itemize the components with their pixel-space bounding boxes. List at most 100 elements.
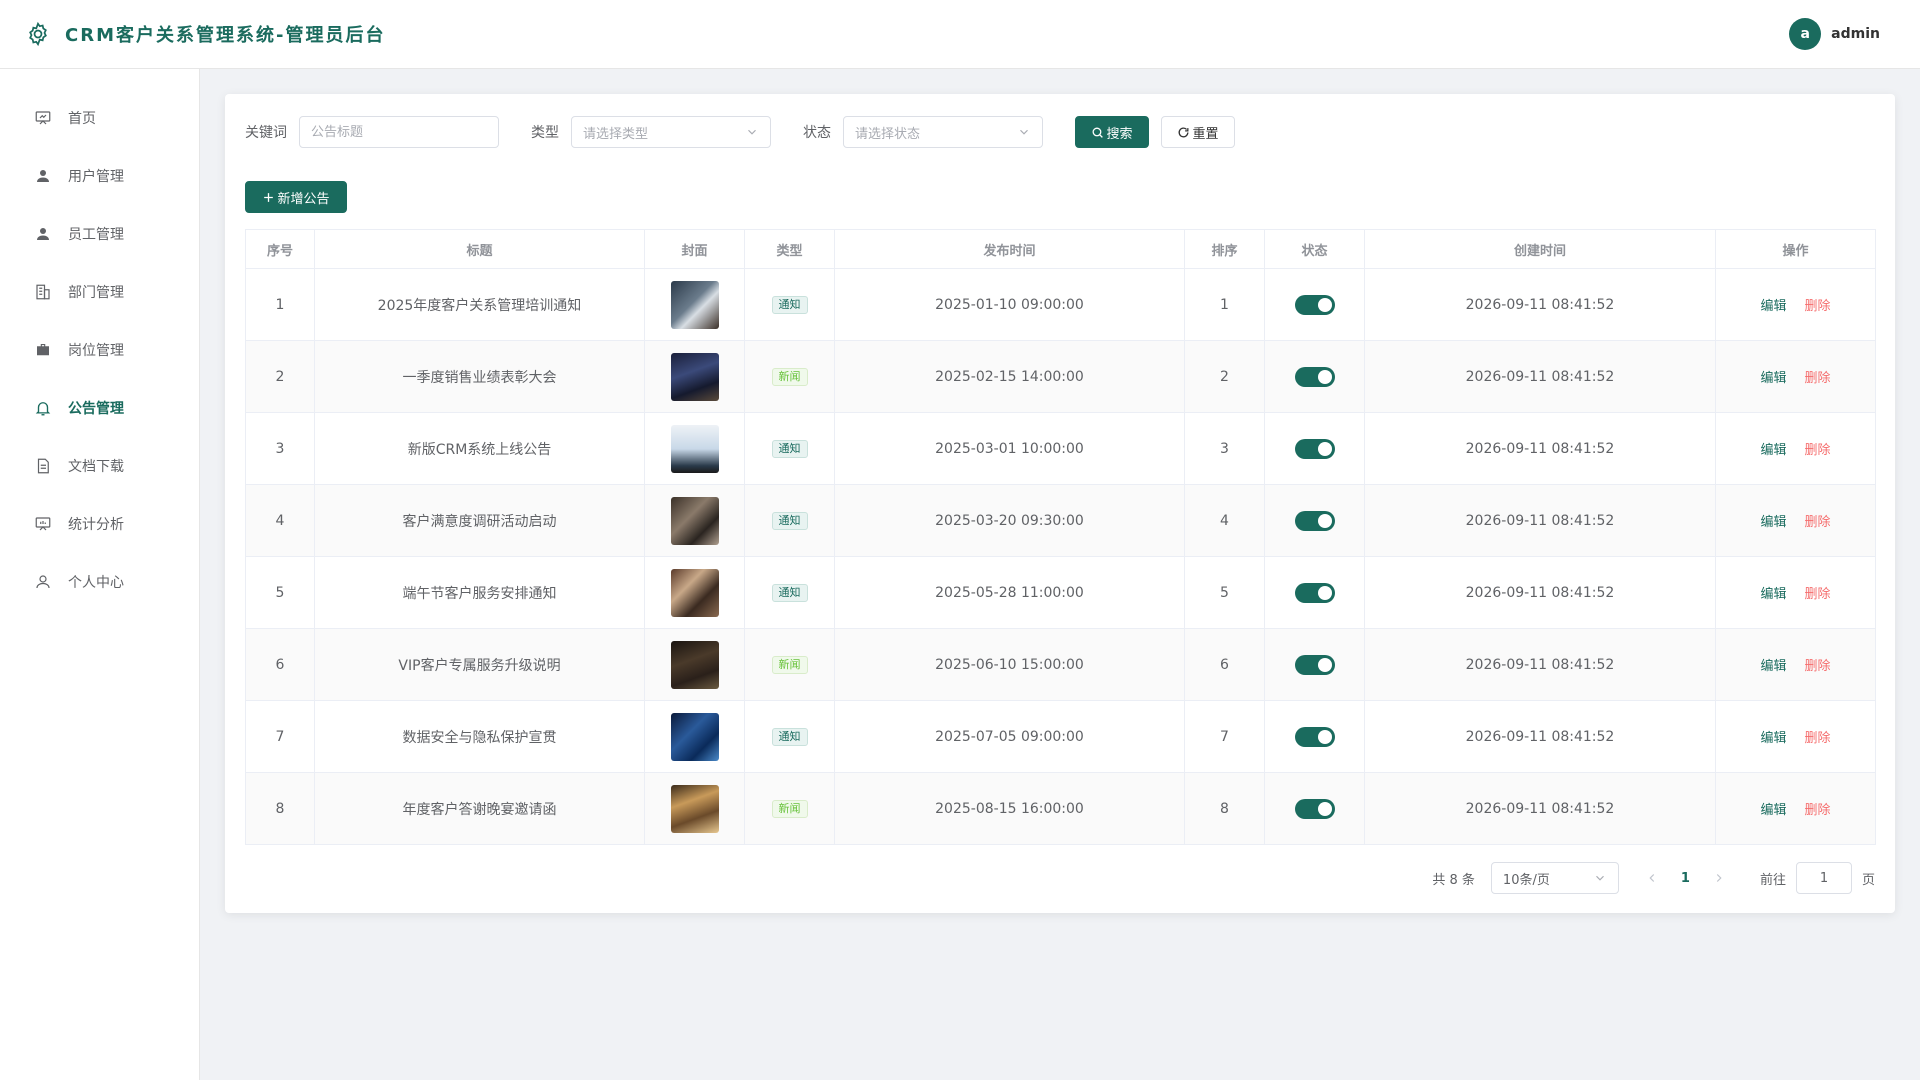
cell-title: VIP客户专属服务升级说明	[314, 628, 645, 701]
edit-button[interactable]: 编辑	[1760, 515, 1786, 530]
avatar[interactable]: a	[1789, 18, 1822, 50]
cell-actions: 编辑 删除	[1715, 556, 1876, 629]
cell-cover	[644, 412, 745, 485]
delete-button[interactable]: 删除	[1805, 731, 1831, 746]
cell-title: 一季度销售业绩表彰大会	[314, 340, 645, 413]
goto-page-input[interactable]: 1	[1795, 862, 1852, 894]
cell-type: 通知	[744, 268, 835, 341]
cell-no: 5	[245, 556, 315, 629]
cell-created-time: 2026-09-11 08:41:52	[1364, 628, 1716, 701]
cover-thumbnail[interactable]	[670, 424, 719, 473]
cover-thumbnail[interactable]	[670, 280, 719, 329]
cell-cover	[644, 628, 745, 701]
cell-publish-time: 2025-01-10 09:00:00	[834, 268, 1185, 341]
chevron-down-icon	[748, 129, 756, 135]
username[interactable]: admin	[1831, 26, 1880, 42]
column-header: 状态	[1264, 229, 1365, 269]
sidebar-item-label: 统计分析	[68, 517, 124, 533]
sidebar-item-profile[interactable]: 个人中心	[0, 553, 199, 611]
user-icon	[37, 170, 49, 182]
cover-thumbnail[interactable]	[670, 712, 719, 761]
status-toggle[interactable]	[1294, 510, 1335, 531]
edit-button[interactable]: 编辑	[1760, 371, 1786, 386]
page-number[interactable]: 1	[1681, 871, 1690, 886]
status-select[interactable]: 请选择状态	[843, 116, 1043, 148]
sidebar-item-employees[interactable]: 员工管理	[0, 205, 199, 263]
sidebar-item-announcements[interactable]: 公告管理	[0, 379, 199, 437]
search-icon	[1093, 127, 1104, 138]
edit-button[interactable]: 编辑	[1760, 443, 1786, 458]
cover-thumbnail[interactable]	[670, 784, 719, 833]
cover-thumbnail[interactable]	[670, 496, 719, 545]
cell-publish-time: 2025-02-15 14:00:00	[834, 340, 1185, 413]
delete-button[interactable]: 删除	[1805, 299, 1831, 314]
next-page-icon[interactable]	[1712, 871, 1726, 885]
sidebar-item-positions[interactable]: 岗位管理	[0, 321, 199, 379]
document-icon	[37, 458, 49, 474]
page-suffix: 页	[1861, 872, 1875, 888]
gear-icon	[29, 21, 47, 47]
dashboard-icon	[35, 111, 51, 125]
sidebar-item-home[interactable]: 首页	[0, 89, 199, 147]
user-outline-icon	[36, 575, 50, 589]
status-toggle[interactable]	[1294, 798, 1335, 819]
cell-actions: 编辑 删除	[1715, 628, 1876, 701]
cell-no: 3	[245, 412, 315, 485]
column-header: 排序	[1184, 229, 1265, 269]
delete-button[interactable]: 删除	[1805, 443, 1831, 458]
cell-no: 7	[245, 700, 315, 773]
edit-button[interactable]: 编辑	[1760, 587, 1786, 602]
sidebar-item-departments[interactable]: 部门管理	[0, 263, 199, 321]
reset-button[interactable]: 重置	[1161, 116, 1235, 148]
user-menu[interactable]: a admin	[1789, 18, 1880, 50]
cell-cover	[644, 700, 745, 773]
sidebar-item-documents[interactable]: 文档下载	[0, 437, 199, 495]
search-button[interactable]: 搜索	[1075, 116, 1149, 148]
delete-button[interactable]: 删除	[1805, 659, 1831, 674]
cell-sort: 3	[1184, 412, 1265, 485]
type-tag: 通知	[771, 295, 808, 314]
delete-button[interactable]: 删除	[1805, 803, 1831, 818]
add-announcement-button[interactable]: 新增公告	[245, 181, 347, 213]
cell-actions: 编辑 删除	[1715, 412, 1876, 485]
delete-button[interactable]: 删除	[1805, 515, 1831, 530]
cover-thumbnail[interactable]	[670, 640, 719, 689]
sidebar-item-label: 岗位管理	[68, 343, 124, 359]
prev-page-icon[interactable]	[1645, 871, 1659, 885]
cell-no: 4	[245, 484, 315, 557]
cell-no: 6	[245, 628, 315, 701]
status-toggle[interactable]	[1294, 654, 1335, 675]
cover-thumbnail[interactable]	[670, 352, 719, 401]
type-select[interactable]: 请选择类型	[571, 116, 771, 148]
delete-button[interactable]: 删除	[1805, 587, 1831, 602]
cell-type: 新闻	[744, 340, 835, 413]
status-toggle[interactable]	[1294, 438, 1335, 459]
keyword-input[interactable]	[299, 116, 499, 148]
table-row: 5 端午节客户服务安排通知 通知 2025-05-28 11:00:00 5 2026-0…	[245, 556, 1876, 629]
status-toggle[interactable]	[1294, 582, 1335, 603]
delete-button[interactable]: 删除	[1805, 371, 1831, 386]
main-card: 关键词 类型 请选择类型 状态 请选择状态 搜索 重置 新增公告	[225, 94, 1895, 913]
reset-button-label: 重置	[1192, 126, 1219, 142]
cell-sort: 8	[1184, 772, 1265, 845]
keyword-label: 关键词	[245, 125, 287, 141]
cell-no: 8	[245, 772, 315, 845]
cell-created-time: 2026-09-11 08:41:52	[1364, 484, 1716, 557]
edit-button[interactable]: 编辑	[1760, 803, 1786, 818]
cell-title: 数据安全与隐私保护宣贯	[314, 700, 645, 773]
cover-thumbnail[interactable]	[670, 568, 719, 617]
cell-created-time: 2026-09-11 08:41:52	[1364, 556, 1716, 629]
cell-cover	[644, 484, 745, 557]
cell-type: 通知	[744, 556, 835, 629]
status-toggle[interactable]	[1294, 366, 1335, 387]
edit-button[interactable]: 编辑	[1760, 299, 1786, 314]
cell-created-time: 2026-09-11 08:41:52	[1364, 772, 1716, 845]
edit-button[interactable]: 编辑	[1760, 659, 1786, 674]
sidebar-item-statistics[interactable]: 统计分析	[0, 495, 199, 553]
sidebar-item-users[interactable]: 用户管理	[0, 147, 199, 205]
edit-button[interactable]: 编辑	[1760, 731, 1786, 746]
page-size-select[interactable]: 10条/页	[1490, 862, 1619, 894]
table-row: 3 新版CRM系统上线公告 通知 2025-03-01 10:00:00 3 2026-0…	[245, 412, 1876, 485]
status-toggle[interactable]	[1294, 726, 1335, 747]
status-toggle[interactable]	[1294, 294, 1335, 315]
